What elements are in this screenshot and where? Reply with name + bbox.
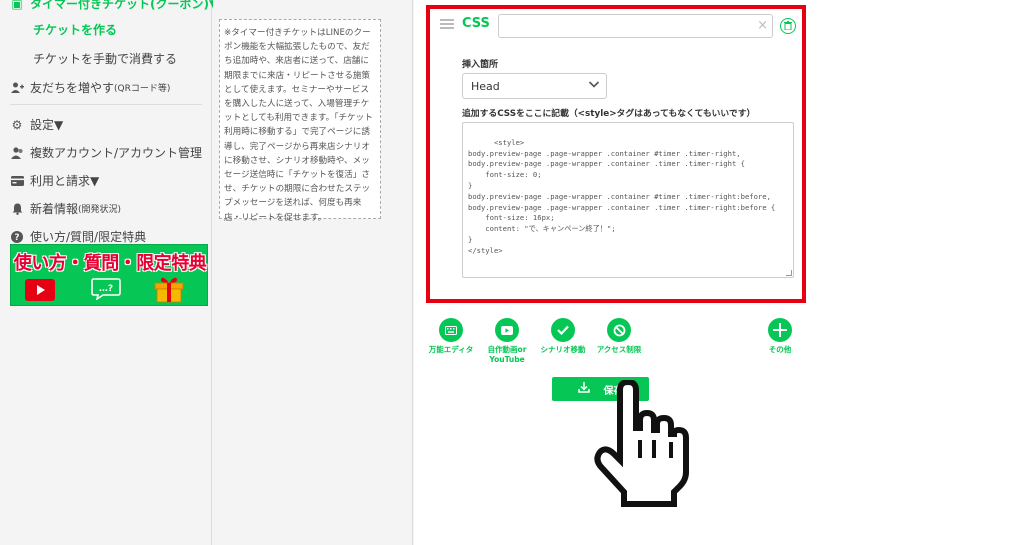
- drag-handle-icon[interactable]: [440, 19, 454, 29]
- tool-label-line2: YouTube: [489, 355, 525, 364]
- banner-title: 使い方・質問・限定特典: [13, 253, 207, 274]
- ticket-description-note: ※タイマー付きチケットはLINEのクーポン機能を大幅拡張したもので、友だち追加時…: [219, 19, 381, 223]
- insert-position-label: 挿入箇所: [462, 60, 499, 70]
- css-code-textarea[interactable]: <style> body.preview-page .page-wrapper …: [462, 122, 794, 278]
- sidebar-item-help[interactable]: ? 使い方/質問/限定特典: [10, 228, 146, 245]
- css-code-content: <style> body.preview-page .page-wrapper …: [468, 137, 776, 255]
- download-icon: [577, 382, 590, 396]
- promo-banner[interactable]: 使い方・質問・限定特典 …?: [10, 244, 208, 306]
- sidebar-item-timer-ticket[interactable]: ▣ タイマー付きチケット(クーポン)▼: [10, 0, 218, 12]
- credit-card-icon: [10, 174, 24, 188]
- resize-grip-icon[interactable]: [786, 270, 792, 276]
- other-button[interactable]: その他: [745, 318, 815, 355]
- block-title: CSS: [462, 16, 490, 31]
- check-icon: [551, 318, 575, 342]
- gift-icon: [153, 275, 185, 307]
- clear-icon[interactable]: ×: [757, 18, 768, 33]
- youtube-icon: [25, 279, 55, 305]
- sidebar-subitem-create-ticket[interactable]: チケットを作る: [33, 21, 117, 38]
- play-video-icon: [495, 318, 519, 342]
- insert-position-select[interactable]: Head: [462, 73, 607, 99]
- sidebar-item-label: 利用と請求▼: [30, 174, 100, 188]
- sidebar-item-billing[interactable]: 利用と請求▼: [10, 172, 99, 189]
- tool-label: その他: [768, 345, 792, 354]
- block-name-input[interactable]: ×: [498, 14, 773, 38]
- ticket-icon: ▣: [11, 0, 23, 11]
- no-entry-icon: [607, 318, 631, 342]
- access-limit-button[interactable]: アクセス制限: [584, 318, 654, 355]
- chat-bubble-icon: …?: [91, 278, 121, 304]
- sidebar-item-multi-account[interactable]: 複数アカウント/アカウント管理: [10, 144, 202, 161]
- sidebar: ▣ タイマー付きチケット(クーポン)▼ チケットを作る チケットを手動で消費する…: [0, 0, 218, 545]
- gear-icon: ⚙: [11, 117, 23, 132]
- users-icon: [10, 146, 24, 160]
- sidebar-item-news[interactable]: 新着情報 (開発状況): [10, 200, 121, 217]
- delete-block-button[interactable]: [780, 18, 796, 34]
- chevron-down-icon: [588, 78, 600, 93]
- add-user-icon: [10, 81, 24, 95]
- main-editor: CSS × 挿入箇所 Head 追加するCSSをここに記載（<style>タグは…: [414, 0, 1024, 545]
- sidebar-item-label: 使い方/質問/限定特典: [30, 230, 147, 244]
- bell-icon: [10, 202, 24, 216]
- keyboard-icon: [439, 318, 463, 342]
- trash-icon: [784, 20, 792, 32]
- sidebar-item-label: 新着情報: [30, 202, 79, 216]
- css-code-label: 追加するCSSをここに記載（<style>タグはあってもなくてもいいです）: [462, 109, 756, 119]
- svg-text:?: ?: [14, 233, 19, 243]
- tool-label-line1: 自作動画or: [487, 345, 527, 354]
- sidebar-item-suffix: (QRコード等): [114, 84, 171, 94]
- hand-pointer-icon: [594, 380, 689, 507]
- sidebar-item-label: タイマー付きチケット(クーポン)▼: [30, 0, 219, 11]
- sidebar-item-label: 友だちを増やす: [30, 81, 115, 95]
- sidebar-item-add-friends[interactable]: 友だちを増やす (QRコード等): [10, 79, 170, 96]
- sidebar-subitem-consume-ticket[interactable]: チケットを手動で消費する: [33, 50, 177, 67]
- sidebar-divider: [10, 104, 202, 105]
- sidebar-item-label: 複数アカウント/アカウント管理: [30, 146, 203, 160]
- insert-position-value: Head: [471, 80, 500, 93]
- svg-text:…?: …?: [99, 284, 113, 294]
- question-circle-icon: ?: [10, 230, 24, 244]
- sidebar-item-suffix: (開発状況): [78, 205, 122, 215]
- tool-label: アクセス制限: [596, 345, 642, 354]
- sidebar-item-settings[interactable]: ⚙ 設定▼: [10, 116, 64, 133]
- css-block-card: CSS × 挿入箇所 Head 追加するCSSをここに記載（<style>タグは…: [426, 5, 806, 303]
- plus-icon: [768, 318, 792, 342]
- middle-panel: ※タイマー付きチケットはLINEのクーポン機能を大幅拡張したもので、友だち追加時…: [213, 0, 413, 545]
- sidebar-item-label: 設定▼: [30, 118, 64, 132]
